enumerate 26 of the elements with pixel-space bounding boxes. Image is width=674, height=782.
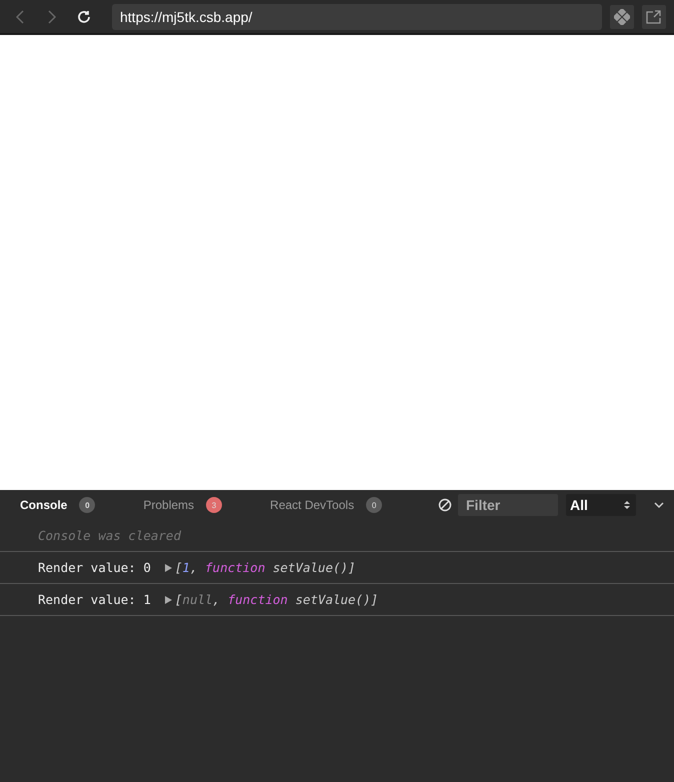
expand-arrow-icon[interactable]	[164, 564, 172, 572]
chevron-down-icon[interactable]	[654, 501, 664, 509]
count-badge: 0	[79, 497, 96, 513]
diamond-icon	[614, 8, 630, 24]
count-badge: 3	[206, 497, 222, 513]
log-value[interactable]: [1, function setValue()]	[174, 560, 356, 575]
log-message: Render value: 0	[38, 560, 151, 575]
open-external-button[interactable]	[642, 4, 666, 28]
expand-arrow-icon[interactable]	[164, 596, 172, 604]
devtools-tab[interactable]: Problems 3	[143, 497, 222, 513]
count-badge: 0	[366, 497, 382, 513]
level-select[interactable]: All	[566, 494, 636, 516]
updown-icon	[624, 500, 630, 510]
back-icon	[15, 10, 25, 24]
reload-icon	[76, 8, 92, 24]
devtools-tab[interactable]: Console 0	[20, 497, 96, 513]
filter-field[interactable]: Filter	[458, 494, 558, 516]
log-message: Render value: 1	[38, 592, 151, 607]
extension-button[interactable]	[610, 4, 634, 28]
console-notice: Console was cleared	[38, 528, 181, 543]
forward-icon	[47, 10, 57, 24]
log-value[interactable]: [null, function setValue()]	[174, 592, 378, 607]
url-field[interactable]: https://mj5tk.csb.app/	[112, 4, 602, 30]
clear-icon[interactable]	[438, 498, 452, 512]
external-link-icon	[646, 10, 662, 24]
devtools-tab[interactable]: React DevTools 0	[270, 497, 382, 513]
